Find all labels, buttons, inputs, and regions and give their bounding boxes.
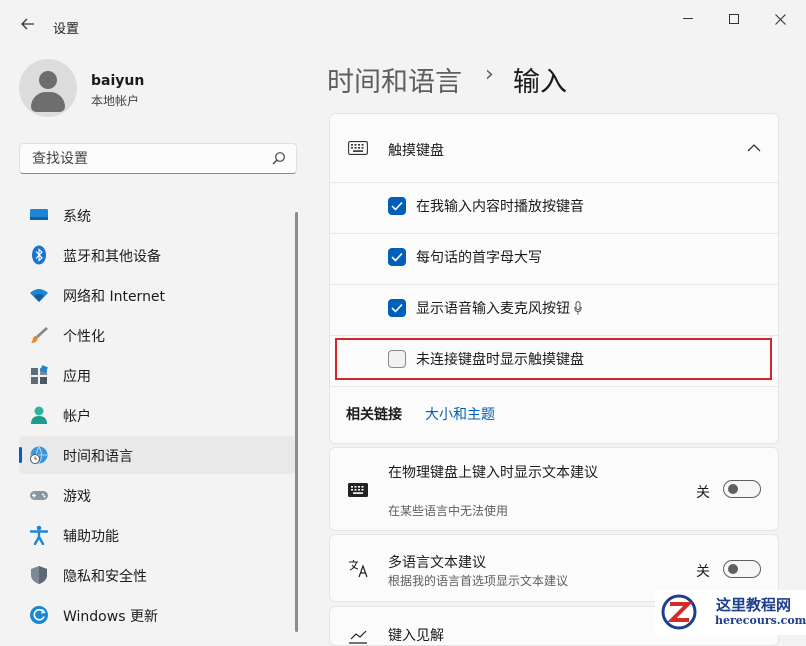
- selection-indicator: [19, 447, 22, 463]
- apps-icon: [31, 365, 48, 384]
- search-box[interactable]: [19, 143, 297, 174]
- accessibility-icon: [29, 525, 49, 545]
- divider: [330, 335, 778, 336]
- avatar-head: [39, 71, 57, 89]
- sidebar-item-label: 应用: [63, 369, 91, 385]
- account-type: 本地帐户: [91, 94, 140, 108]
- related-links-label: 相关链接: [346, 407, 402, 423]
- minimize-icon: [683, 18, 693, 19]
- sidebar-item-label: 时间和语言: [63, 449, 133, 465]
- sidebar-scrollbar[interactable]: [295, 212, 298, 632]
- back-arrow-icon: [21, 18, 34, 30]
- search-icon[interactable]: [272, 151, 286, 165]
- sidebar-item-gaming[interactable]: 游戏: [19, 476, 297, 514]
- time-language-icon: [30, 446, 48, 464]
- sidebar-item-label: 网络和 Internet: [63, 289, 166, 305]
- setting-title: 多语言文本建议: [388, 555, 486, 571]
- divider: [330, 386, 778, 387]
- sidebar-item-label: 游戏: [63, 489, 91, 505]
- size-theme-link[interactable]: 大小和主题: [425, 404, 495, 424]
- maximize-icon: [729, 14, 739, 24]
- sidebar-item-accessibility[interactable]: 辅助功能: [19, 516, 297, 554]
- sidebar-item-label: Windows 更新: [63, 609, 158, 625]
- checkbox-checked[interactable]: [388, 299, 406, 317]
- setting-title: 键入见解: [388, 628, 444, 644]
- watermark-logo-icon: [661, 594, 697, 630]
- app-title: 设置: [53, 22, 80, 37]
- checkbox-checked[interactable]: [388, 248, 406, 266]
- sidebar-item-personalization[interactable]: 个性化: [19, 316, 297, 354]
- sidebar-item-label: 个性化: [63, 329, 105, 345]
- setting-subtitle: 根据我的语言首选项显示文本建议: [388, 574, 569, 588]
- sidebar-item-windows-update[interactable]: Windows 更新: [19, 596, 297, 634]
- system-display-icon: [30, 209, 48, 220]
- sidebar-item-label: 辅助功能: [63, 529, 119, 545]
- sidebar-item-label: 系统: [63, 209, 91, 225]
- watermark-url: herecours.com: [715, 614, 806, 627]
- watermark-name: 这里教程网: [716, 596, 792, 614]
- sidebar-item-network[interactable]: 网络和 Internet: [19, 276, 297, 314]
- divider: [330, 182, 778, 183]
- breadcrumb-separator: ›: [485, 62, 494, 87]
- minimize-button[interactable]: [670, 6, 706, 32]
- checkbox-checked[interactable]: [388, 197, 406, 215]
- breadcrumb-parent[interactable]: 时间和语言: [327, 60, 462, 99]
- windows-update-icon: [30, 606, 48, 624]
- toggle-knob: [728, 484, 738, 494]
- maximize-button[interactable]: [716, 6, 752, 32]
- shield-icon: [31, 566, 47, 584]
- checkbox-label: 在我输入内容时播放按键音: [416, 199, 584, 215]
- watermark: 这里教程网 herecours.com: [655, 590, 806, 635]
- search-input[interactable]: [30, 150, 264, 168]
- wifi-icon: [30, 289, 48, 302]
- setting-title: 在物理键盘上键入时显示文本建议: [388, 465, 598, 481]
- divider: [330, 284, 778, 285]
- sidebar-item-time-language[interactable]: 时间和语言: [19, 436, 297, 474]
- toggle-switch[interactable]: [723, 560, 761, 578]
- sidebar-item-privacy[interactable]: 隐私和安全性: [19, 556, 297, 594]
- microphone-icon: [574, 301, 582, 315]
- avatar-body: [31, 92, 65, 112]
- divider: [330, 233, 778, 234]
- toggle-switch[interactable]: [723, 480, 761, 498]
- toggle-state-label: 关: [696, 564, 710, 580]
- keyboard-icon: [348, 141, 368, 155]
- back-button[interactable]: [16, 12, 40, 36]
- account-icon: [31, 406, 47, 424]
- setting-subtitle: 在某些语言中无法使用: [388, 504, 509, 518]
- sidebar-item-apps[interactable]: 应用: [19, 356, 297, 394]
- option-voice-mic[interactable]: 显示语音输入麦克风按钮: [388, 298, 582, 318]
- sidebar-item-label: 帐户: [63, 409, 91, 425]
- check-icon: [391, 201, 403, 211]
- checkbox-label: 显示语音输入麦克风按钮: [416, 301, 570, 317]
- sidebar-item-label: 隐私和安全性: [63, 569, 147, 585]
- gamepad-icon: [30, 491, 48, 500]
- option-key-sound[interactable]: 在我输入内容时播放按键音: [388, 196, 584, 216]
- touch-keyboard-card: 触摸键盘 在我输入内容时播放按键音 每句话的首字母大写 显示语音输入麦克风按钮 …: [329, 113, 779, 444]
- highlight-annotation: [335, 338, 772, 380]
- insights-icon: [349, 630, 367, 644]
- check-icon: [391, 303, 403, 313]
- paintbrush-icon: [31, 327, 48, 343]
- check-icon: [391, 252, 403, 262]
- chevron-up-icon[interactable]: [744, 140, 764, 156]
- checkbox-label: 每句话的首字母大写: [416, 250, 542, 266]
- keyboard-icon: [348, 483, 368, 497]
- toggle-state-label: 关: [696, 485, 710, 501]
- sidebar-item-accounts[interactable]: 帐户: [19, 396, 297, 434]
- user-name: baiyun: [91, 73, 145, 89]
- bluetooth-icon: [32, 245, 46, 265]
- touch-keyboard-title: 触摸键盘: [388, 143, 444, 159]
- sidebar-item-bluetooth[interactable]: 蓝牙和其他设备: [19, 236, 297, 274]
- avatar[interactable]: [19, 59, 77, 117]
- page-title: 输入: [513, 67, 567, 98]
- option-capitalize[interactable]: 每句话的首字母大写: [388, 247, 542, 267]
- physical-keyboard-suggestions-card[interactable]: 在物理键盘上键入时显示文本建议 在某些语言中无法使用 关: [329, 447, 779, 531]
- close-icon: [774, 13, 786, 25]
- close-button[interactable]: [762, 6, 798, 32]
- toggle-knob: [728, 564, 738, 574]
- sidebar-item-label: 蓝牙和其他设备: [63, 249, 161, 265]
- sidebar-item-system[interactable]: 系统: [19, 196, 297, 234]
- language-icon: [349, 560, 368, 578]
